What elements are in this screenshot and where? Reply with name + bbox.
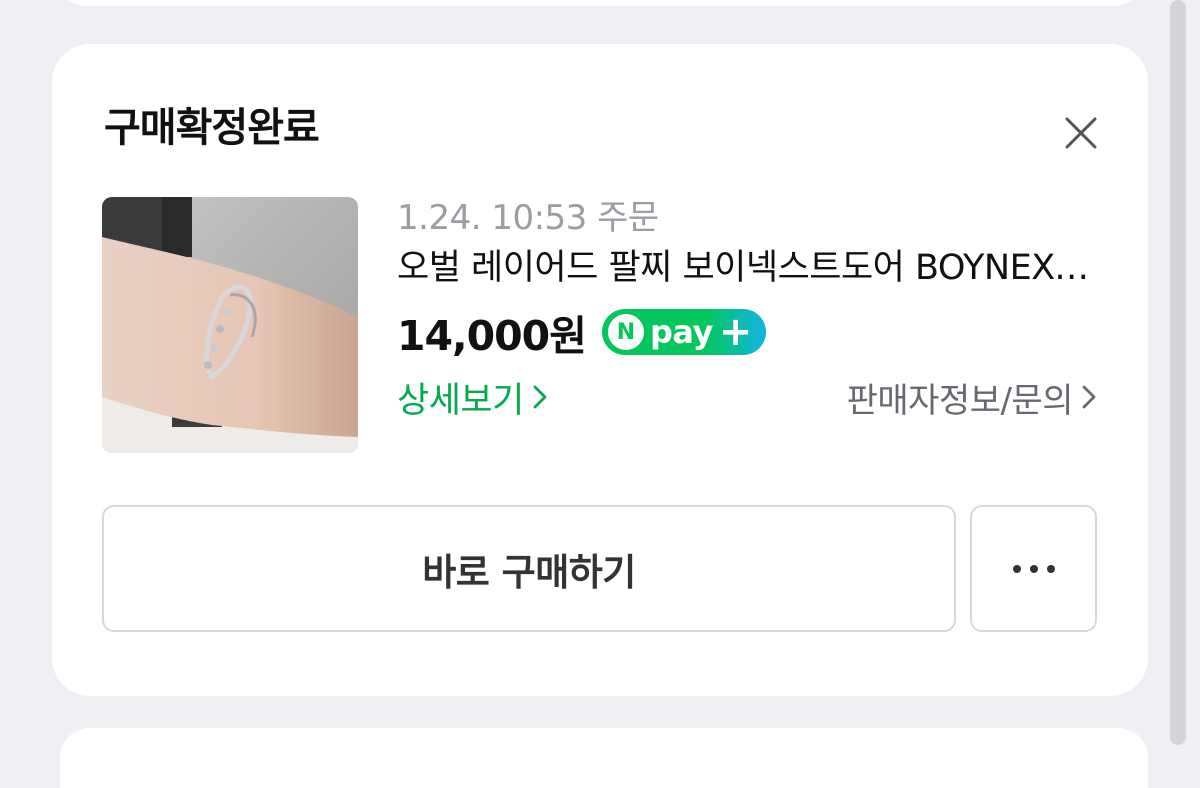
chevron-right-icon: [533, 385, 547, 409]
buy-again-button[interactable]: 바로 구매하기: [102, 505, 956, 632]
order-info: 1.24. 10:53 주문 오벌 레이어드 팔찌 보이넥스트도어 BOYNEX…: [397, 194, 1097, 426]
previous-card: [52, 0, 1148, 6]
detail-link[interactable]: 상세보기: [397, 372, 548, 423]
close-icon[interactable]: [1062, 114, 1100, 152]
product-title[interactable]: 오벌 레이어드 팔찌 보이넥스트도어 BOYNEXTDOOR: [397, 244, 1097, 296]
seller-info-link[interactable]: 판매자정보/문의: [847, 373, 1097, 422]
plus-icon: +: [718, 309, 753, 355]
price-row: 14,000원 N pay +: [397, 302, 1097, 362]
npay-text: pay: [649, 313, 713, 351]
order-card: 구매확정완료 1.24. 10:53 주문 오벌 레이어드 팔찌 보이넥스트도어…: [52, 44, 1148, 696]
seller-info-label: 판매자정보/문의: [846, 380, 1074, 421]
order-date: 1.24. 10:53 주문: [397, 198, 659, 238]
more-horizontal-icon: [1012, 564, 1055, 573]
naver-n-icon: N: [607, 314, 644, 350]
chevron-right-icon: [1082, 385, 1096, 409]
product-price: 14,000원: [397, 312, 587, 360]
links-row: 상세보기 판매자정보/문의: [397, 368, 1097, 426]
order-status-title: 구매확정완료: [104, 105, 320, 151]
more-options-button[interactable]: [970, 505, 1097, 632]
product-thumbnail[interactable]: [102, 197, 358, 453]
detail-link-label: 상세보기: [397, 380, 524, 421]
npay-plus-badge: N pay +: [601, 309, 766, 355]
next-card: [60, 728, 1148, 788]
scrollbar[interactable]: [1170, 0, 1186, 745]
bracelet-photo-image: [102, 197, 358, 453]
